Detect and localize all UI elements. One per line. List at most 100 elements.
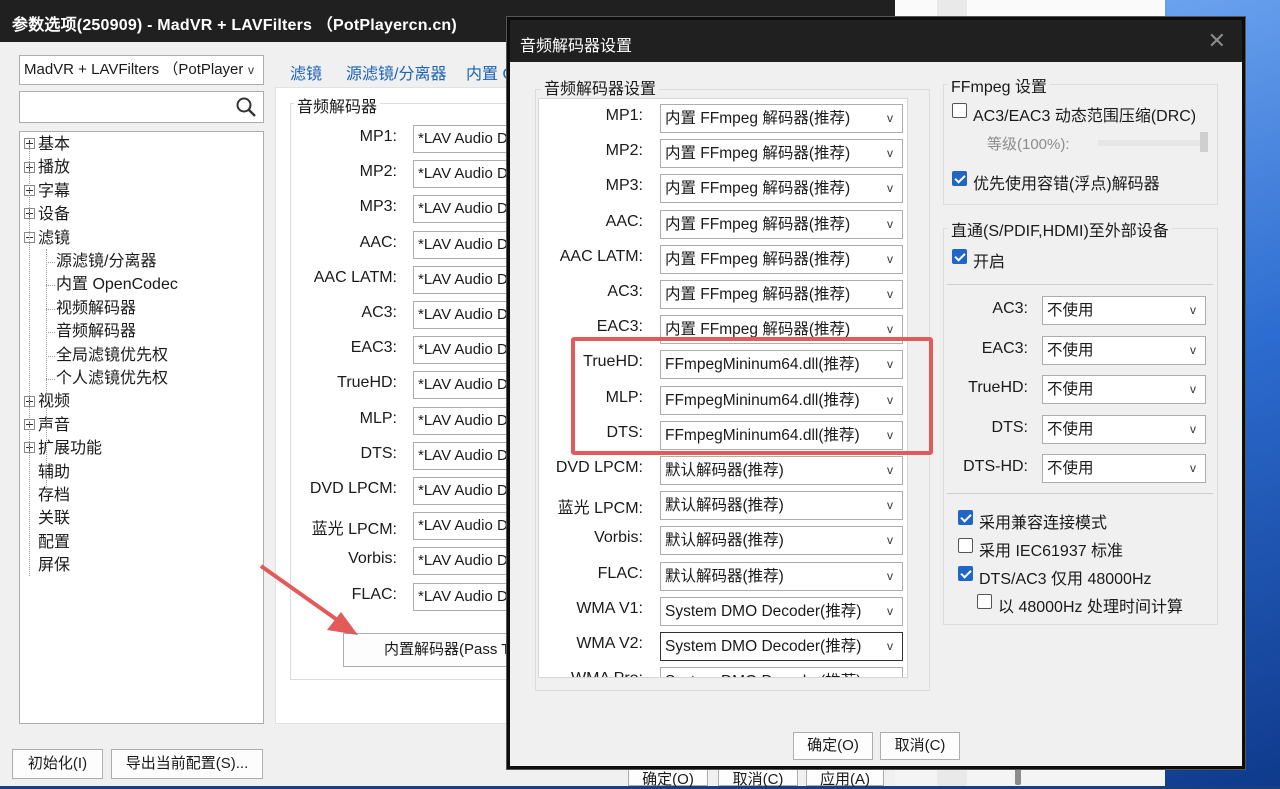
decoder-select[interactable]: 内置 FFmpeg 解码器(推荐) v <box>660 139 903 169</box>
search-input[interactable] <box>19 91 264 123</box>
decoder-row-label: AAC LATM: <box>313 268 397 286</box>
decoder-select[interactable]: 内置 FFmpeg 解码器(推荐) v <box>660 280 903 309</box>
decoder-select[interactable]: 内置 FFmpeg 解码器(推荐) v <box>660 104 903 133</box>
tree-item[interactable]: 内置 OpenCodec <box>56 274 178 296</box>
passthrough-select[interactable]: 不使用 v <box>1042 335 1206 365</box>
decoder-select[interactable]: System DMO Decoder(推荐) v <box>660 667 903 677</box>
tree-item[interactable]: 个人滤镜优先权 <box>56 368 168 390</box>
decoder-select-value: *LAV Audio D <box>418 306 508 323</box>
chevron-down-icon: v <box>887 639 893 653</box>
tree-item[interactable]: 声音 <box>24 415 70 437</box>
tree-item[interactable]: 音频解码器 <box>56 321 136 343</box>
option-checkbox[interactable] <box>977 594 992 609</box>
option-label: 以 48000Hz 处理时间计算 <box>998 599 1183 616</box>
divider <box>947 493 1213 494</box>
tree-item[interactable]: 设备 <box>24 204 70 226</box>
tree-item[interactable]: 屏保 <box>24 555 70 577</box>
decoder-row-label: MP3: <box>605 177 643 195</box>
slider-knob[interactable] <box>1200 132 1208 152</box>
decoder-select[interactable]: 默认解码器(推荐) v <box>660 456 903 485</box>
passthrough-select-value: 不使用 <box>1047 302 1094 319</box>
decoder-select[interactable]: System DMO Decoder(推荐) v <box>660 596 903 626</box>
audio-decoder-group-title: 音频解码器 <box>294 93 381 117</box>
close-icon[interactable]: ✕ <box>1208 28 1226 54</box>
tree-connector <box>46 285 55 287</box>
tree-guide <box>46 249 47 495</box>
settings-tree[interactable]: 基本 播放 字幕 设备 滤镜源滤镜/分离器内置 OpenCodec 视频解码器音频解码器全… <box>19 131 264 724</box>
ffmpeg-settings-title: FFmpeg 设置 <box>948 73 1051 97</box>
tree-item-label: 内置 OpenCodec <box>56 276 178 294</box>
decoder-select[interactable]: 默认解码器(推荐) v <box>660 491 903 521</box>
tree-item[interactable]: 配置 <box>24 532 70 554</box>
reset-button[interactable]: 初始化(I) <box>12 749 103 779</box>
decoder-select-value: System DMO Decoder(推荐) <box>665 638 862 655</box>
decoder-select[interactable]: 默认解码器(推荐) v <box>660 526 903 556</box>
decoder-row-label: AC3: <box>607 283 643 300</box>
passthrough-select[interactable]: 不使用 v <box>1042 454 1206 483</box>
tree-item-label: 配置 <box>38 533 71 551</box>
decoder-select-value: *LAV Audio D <box>418 235 508 253</box>
tree-connector <box>46 355 55 357</box>
passthrough-enable-label: 开启 <box>973 254 1006 271</box>
decoder-row-label: MP1: <box>359 128 397 145</box>
tree-item[interactable]: 扩展功能 <box>24 438 102 460</box>
export-config-button[interactable]: 导出当前配置(S)... <box>111 749 263 779</box>
decoder-select[interactable]: System DMO Decoder(推荐) v <box>660 632 903 661</box>
main-apply-button[interactable]: 应用(A) <box>806 767 884 788</box>
tree-item[interactable]: 字幕 <box>24 181 70 203</box>
option-checkbox[interactable] <box>958 510 973 525</box>
option-label: 采用兼容连接模式 <box>979 515 1108 532</box>
option-checkbox[interactable] <box>958 566 973 581</box>
tree-item[interactable]: 辅助 <box>24 462 70 484</box>
tree-item[interactable]: 基本 <box>24 134 70 156</box>
tree-item[interactable]: 视频 <box>24 391 70 413</box>
decoder-row-label: AC3: <box>361 304 397 321</box>
drc-level-slider[interactable] <box>1098 132 1208 152</box>
chevron-down-icon: v <box>887 668 893 677</box>
builtin-decoder-button[interactable]: 内置解码器(Pass T <box>343 633 513 667</box>
main-ok-button[interactable]: 确定(O) <box>628 767 708 788</box>
profile-select[interactable]: MadVR + LAVFilters （PotPlayer v <box>19 55 264 85</box>
tree-item[interactable]: 源滤镜/分离器 <box>56 251 156 273</box>
dialog-ok-button[interactable]: 确定(O) <box>793 732 873 760</box>
decoder-row-label: DVD LPCM: <box>555 459 643 476</box>
tree-item[interactable]: 播放 <box>24 157 70 179</box>
tree-item[interactable]: 关联 <box>24 508 70 530</box>
tree-item[interactable]: 存档 <box>24 485 70 507</box>
decoder-row-label: WMA V2: <box>576 635 643 652</box>
tree-guide <box>29 144 30 576</box>
tree-item-label: 视频解码器 <box>56 299 137 317</box>
tree-item[interactable]: 全局滤镜优先权 <box>56 345 168 367</box>
decoder-select[interactable]: 内置 FFmpeg 解码器(推荐) v <box>660 174 903 204</box>
decoder-select-value: 内置 FFmpeg 解码器(推荐) <box>665 286 851 303</box>
tree-item-label: 源滤镜/分离器 <box>56 253 157 270</box>
passthrough-select-value: 不使用 <box>1047 420 1094 438</box>
tree-item[interactable]: 视频解码器 <box>56 298 136 320</box>
passthrough-select[interactable]: 不使用 v <box>1042 296 1206 325</box>
tab-filters[interactable]: 滤镜 <box>290 60 322 84</box>
main-cancel-button[interactable]: 取消(C) <box>718 767 798 788</box>
chevron-down-icon: v <box>887 146 893 161</box>
dialog-cancel-button[interactable]: 取消(C) <box>880 732 960 760</box>
chevron-down-icon: v <box>1190 421 1196 436</box>
chevron-down-icon: v <box>887 111 893 125</box>
option-checkbox[interactable] <box>958 538 973 553</box>
passthrough-row-label: AC3: <box>992 300 1028 317</box>
tree-item[interactable]: 滤镜 <box>24 228 70 250</box>
tab-source-filters[interactable]: 源滤镜/分离器 <box>346 60 446 84</box>
tree-item-label: 个人滤镜优先权 <box>56 370 169 387</box>
decoder-select[interactable]: 默认解码器(推荐) v <box>660 561 903 591</box>
decoder-row-label: AAC: <box>605 212 643 230</box>
drc-checkbox[interactable] <box>952 103 967 118</box>
profile-select-value: MadVR + LAVFilters （PotPlayer <box>24 61 244 78</box>
decoder-row-label: DTS: <box>360 444 397 462</box>
passthrough-enable-checkbox[interactable] <box>952 249 967 264</box>
decoder-select-value: 默认解码器(推荐) <box>665 567 784 585</box>
passthrough-select[interactable]: 不使用 v <box>1042 414 1206 444</box>
decoder-select-value: 内置 FFmpeg 解码器(推荐) <box>665 110 851 127</box>
annotation-arrow-icon <box>259 564 358 635</box>
float-decoder-checkbox[interactable] <box>952 171 967 186</box>
passthrough-select[interactable]: 不使用 v <box>1042 375 1206 404</box>
decoder-select[interactable]: 内置 FFmpeg 解码器(推荐) v <box>660 244 903 274</box>
decoder-select[interactable]: 内置 FFmpeg 解码器(推荐) v <box>660 209 903 239</box>
